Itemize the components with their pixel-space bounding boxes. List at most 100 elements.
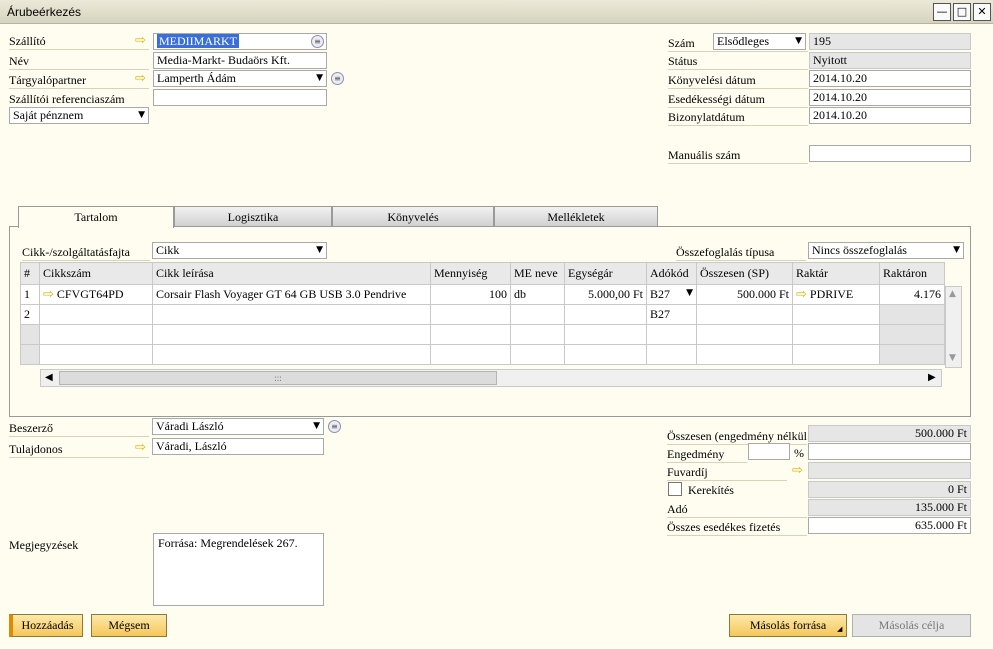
close-button[interactable]: ✕ <box>973 3 991 21</box>
currency-value: Saját pénznem <box>13 108 84 122</box>
window-title: Árubeérkezés <box>7 5 82 19</box>
item-code-cell[interactable]: ⇨ CFVGT64PD <box>39 284 153 305</box>
scroll-thumb[interactable]: ::: <box>59 371 497 385</box>
item-description-cell[interactable] <box>152 304 431 325</box>
owner-label: Tulajdonos <box>9 442 149 458</box>
column-header[interactable]: ME neve <box>510 262 565 285</box>
in-stock-cell <box>879 304 945 325</box>
table-row[interactable] <box>20 324 945 345</box>
list-choose-icon[interactable]: ≡ <box>311 35 324 48</box>
unit-price-cell[interactable]: 5.000,00 Ft <box>564 284 647 305</box>
column-header[interactable]: Mennyiség <box>430 262 511 285</box>
tab-logisztika[interactable]: Logisztika <box>174 206 332 227</box>
column-header[interactable]: Raktáron <box>879 262 945 285</box>
total-cell[interactable]: 500.000 Ft <box>696 284 793 305</box>
document-date-field[interactable]: 2014.10.20 <box>809 107 971 124</box>
discount-amount-field[interactable] <box>808 443 971 460</box>
maximize-button[interactable]: □ <box>953 3 971 21</box>
list-choose-icon[interactable]: ≡ <box>328 420 341 433</box>
cancel-button[interactable]: Mégsem <box>91 614 167 637</box>
column-header[interactable]: Egységár <box>564 262 647 285</box>
column-header[interactable]: Adókód <box>646 262 697 285</box>
arrow-right-icon[interactable]: ⇨ <box>135 34 146 47</box>
posting-date-field[interactable]: 2014.10.20 <box>809 70 971 87</box>
arrow-right-icon[interactable]: ⇨ <box>135 441 146 454</box>
tab-tartalom[interactable]: Tartalom <box>18 206 174 228</box>
tab-mellekletek[interactable]: Mellékletek <box>494 206 658 227</box>
owner-field[interactable]: Váradi, László <box>152 438 324 455</box>
rounding-label: Kerekítés <box>688 483 734 497</box>
supplier-ref-label: Szállítói referenciaszám <box>9 92 149 108</box>
warehouse-cell[interactable] <box>792 304 880 325</box>
contact-select[interactable]: Lamperth Ádám ▼ <box>153 70 327 87</box>
item-code: CFVGT64PD <box>56 287 124 301</box>
supplier-value: MEDIIMARKT <box>157 34 239 48</box>
item-description-cell[interactable]: Corsair Flash Voyager GT 64 GB USB 3.0 P… <box>152 284 431 305</box>
table-row[interactable]: 1 ⇨ CFVGT64PD Corsair Flash Voyager GT 6… <box>20 284 945 305</box>
discount-label: Engedmény <box>667 447 747 463</box>
rounding-field: 0 Ft <box>808 481 971 498</box>
chevron-down-icon: ▼ <box>316 245 323 255</box>
contact-label: Tárgyalópartner <box>9 73 149 89</box>
column-header[interactable]: Cikk leírása <box>152 262 431 285</box>
table-row[interactable]: 2 B27 <box>20 304 945 325</box>
buyer-select[interactable]: Váradi László ▼ <box>152 418 324 435</box>
discount-percent-field[interactable] <box>748 443 790 460</box>
column-header[interactable]: Cikkszám <box>39 262 153 285</box>
column-header[interactable]: Raktár <box>792 262 880 285</box>
name-label: Név <box>9 54 149 70</box>
tab-konyveles[interactable]: Könyvelés <box>332 206 494 227</box>
add-button[interactable]: Hozzáadás <box>9 614 83 637</box>
series-value: Elsődleges <box>717 34 769 48</box>
column-header[interactable]: # <box>20 262 40 285</box>
copy-from-button[interactable]: Másolás forrása <box>729 614 847 637</box>
chevron-down-icon: ▼ <box>953 245 960 255</box>
minimize-button[interactable]: — <box>933 3 951 21</box>
copy-to-button: Másolás célja <box>852 614 971 637</box>
posting-date-label: Könyvelési dátum <box>668 73 808 89</box>
tax-code: B27 <box>650 287 671 301</box>
arrow-right-icon[interactable]: ⇨ <box>135 72 146 85</box>
scroll-right-icon[interactable]: ▶ <box>928 372 936 383</box>
horizontal-scrollbar[interactable]: ◀ ::: ▶ <box>40 369 942 387</box>
series-select[interactable]: Elsődleges ▼ <box>713 33 806 50</box>
warehouse-cell[interactable]: ⇨ PDRIVE <box>792 284 880 305</box>
list-choose-icon[interactable]: ≡ <box>331 72 344 85</box>
manual-number-label: Manuális szám <box>668 148 808 164</box>
unit-price-cell[interactable] <box>564 304 647 325</box>
name-field[interactable]: Media-Markt- Budaörs Kft. <box>153 52 327 69</box>
chevron-down-icon[interactable]: ▼ <box>686 288 693 298</box>
scroll-up-icon[interactable]: ▲ <box>949 289 956 299</box>
uom-cell[interactable] <box>510 304 565 325</box>
arrow-right-icon[interactable]: ⇨ <box>796 287 807 302</box>
in-stock-cell: 4.176 <box>879 284 945 305</box>
summary-type-select[interactable]: Nincs összefoglalás ▼ <box>808 242 964 259</box>
item-type-select[interactable]: Cikk ▼ <box>152 242 327 259</box>
table-row[interactable] <box>20 344 945 365</box>
total-before-discount-field: 500.000 Ft <box>808 425 971 442</box>
supplier-field[interactable]: MEDIIMARKT ≡ <box>153 33 327 50</box>
chevron-down-icon: ▼ <box>313 421 320 431</box>
total-cell[interactable] <box>696 304 793 325</box>
supplier-ref-field[interactable] <box>153 89 327 106</box>
manual-number-field[interactable] <box>809 145 971 162</box>
arrow-right-icon[interactable]: ⇨ <box>792 464 803 477</box>
due-date-field[interactable]: 2014.10.20 <box>809 89 971 106</box>
column-header[interactable]: Összesen (SP) <box>696 262 793 285</box>
contact-value: Lamperth Ádám <box>157 71 236 85</box>
quantity-cell[interactable]: 100 <box>430 284 511 305</box>
arrow-right-icon[interactable]: ⇨ <box>43 287 54 302</box>
scroll-down-icon[interactable]: ▼ <box>949 353 956 363</box>
rounding-checkbox[interactable] <box>668 482 682 496</box>
tax-code-cell[interactable]: B27 <box>646 304 697 325</box>
uom-cell[interactable]: db <box>510 284 565 305</box>
currency-select[interactable]: Saját pénznem ▼ <box>9 107 149 124</box>
remarks-textarea[interactable]: Forrása: Megrendelések 267. <box>153 533 324 606</box>
chevron-down-icon: ▼ <box>316 73 323 83</box>
item-code-cell[interactable] <box>39 304 153 325</box>
total-due-label: Összes esedékes fizetés <box>667 520 807 536</box>
vertical-scrollbar[interactable]: ▲ ▼ <box>945 286 962 368</box>
tax-code-cell[interactable]: B27 ▼ <box>646 284 697 305</box>
scroll-left-icon[interactable]: ◀ <box>45 372 53 383</box>
quantity-cell[interactable] <box>430 304 511 325</box>
